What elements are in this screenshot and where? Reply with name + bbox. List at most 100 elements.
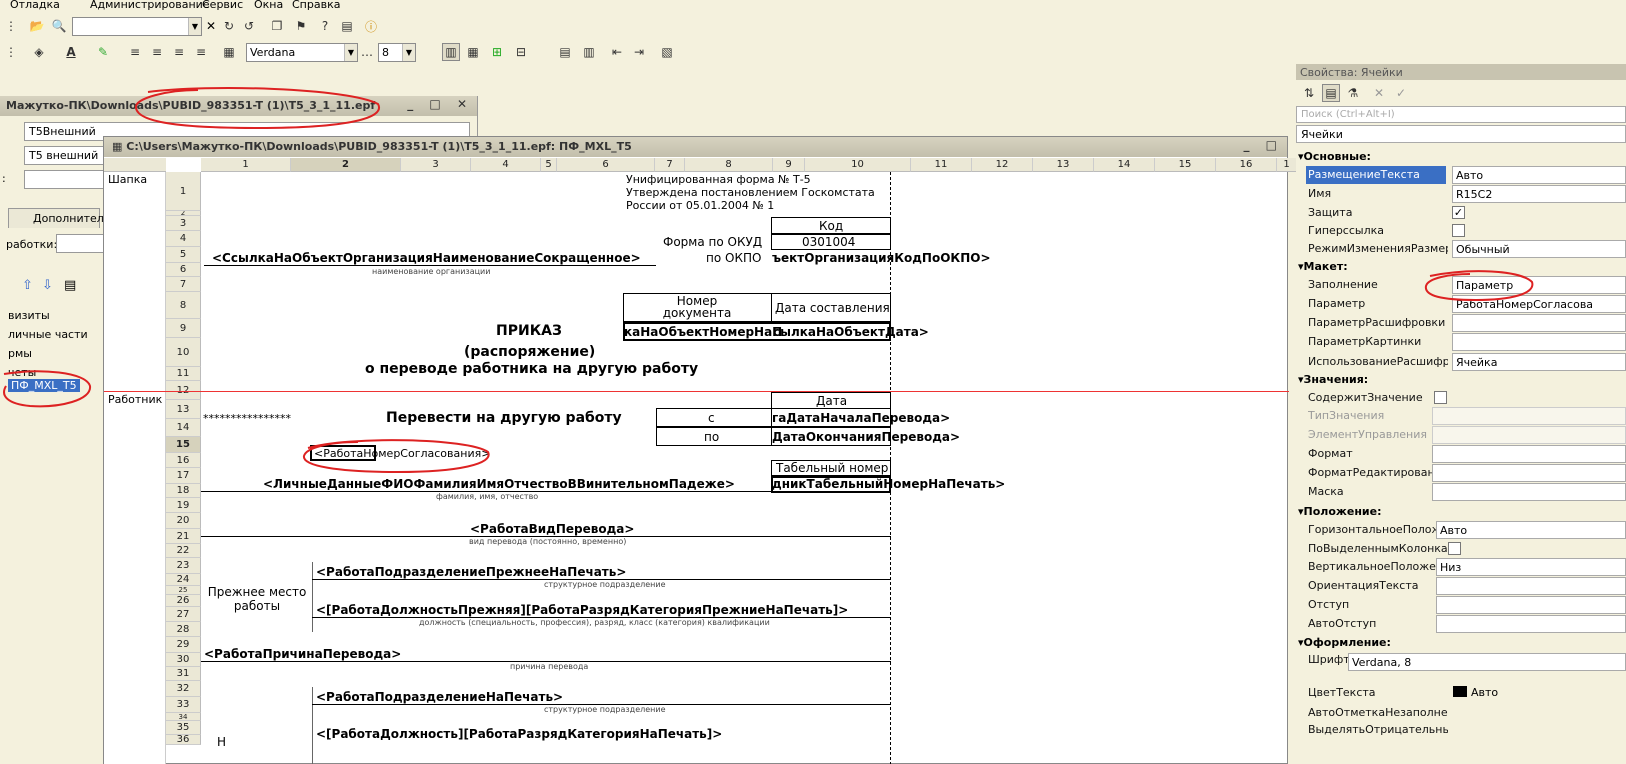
prop-row-param[interactable]: Параметр РаботаНомерСогласова xyxy=(1296,295,1626,314)
prop-row-format[interactable]: Формат xyxy=(1296,445,1626,464)
data-okonch-param[interactable]: ДатаОкончанияПеревода> xyxy=(772,430,960,444)
header-line-3[interactable]: России от 05.01.2004 № 1 xyxy=(626,199,774,212)
prop-row-shrift[interactable]: Шрифт Verdana, 8 xyxy=(1296,651,1626,671)
syntax-helper-icon[interactable]: ⚑ xyxy=(292,17,310,35)
prezhnee-label[interactable]: Прежнее место работы xyxy=(204,585,310,613)
podr-prezh-caption[interactable]: структурное подразделение xyxy=(544,580,666,589)
column-header[interactable]: 14 xyxy=(1094,158,1155,172)
column-header[interactable]: 1 xyxy=(1277,158,1297,172)
column-header[interactable]: 4 xyxy=(471,158,541,172)
prop-value[interactable] xyxy=(1436,596,1626,614)
row-header[interactable]: 16 xyxy=(166,453,201,468)
processing-field[interactable] xyxy=(56,234,104,253)
font-name-combo[interactable]: Verdana ▼ xyxy=(246,43,358,62)
prop-row-maska[interactable]: Маска xyxy=(1296,483,1626,502)
column-header[interactable]: 3 xyxy=(401,158,471,172)
chevron-down-icon[interactable]: ▼ xyxy=(188,18,201,35)
chevron-down-icon[interactable]: ▼ xyxy=(344,44,357,61)
delete-icon[interactable]: ⊟ xyxy=(512,43,530,61)
s-label[interactable]: с xyxy=(708,411,715,425)
column-header[interactable]: 12 xyxy=(972,158,1033,172)
row-header[interactable]: 10 xyxy=(166,338,201,367)
find-next-icon[interactable]: ↻ xyxy=(220,17,238,35)
novoe-label[interactable]: Н xyxy=(217,735,226,749)
prop-row-formatred[interactable]: ФорматРедактирования xyxy=(1296,464,1626,483)
prop-row-rezhim[interactable]: РежимИзмененияРазмераКо Обычный xyxy=(1296,240,1626,259)
po-label[interactable]: по xyxy=(704,430,719,444)
question-icon[interactable]: ? xyxy=(316,17,334,35)
section-rabotnik[interactable]: Работник xyxy=(108,393,162,406)
clear-icon[interactable]: ✕ xyxy=(1370,84,1388,102)
po-okpo-label[interactable]: по ОКПО xyxy=(706,251,761,265)
row-header[interactable]: 23 xyxy=(166,558,201,574)
stars-text[interactable]: **************** xyxy=(203,412,291,425)
tab-nomer-label[interactable]: Табельный номер xyxy=(776,461,888,475)
highlight-icon[interactable]: ✎ xyxy=(94,43,112,61)
named-area-icon[interactable]: ⇤ xyxy=(608,43,626,61)
podr-param[interactable]: <РаботаПодразделениеНаПечать> xyxy=(316,690,563,704)
prop-value[interactable]: Параметр xyxy=(1452,276,1626,294)
row-header[interactable]: 14 xyxy=(166,419,201,437)
group-osn[interactable]: ▾Основные: xyxy=(1298,150,1371,163)
align-right-icon[interactable]: ≡ xyxy=(170,43,188,61)
prop-checkbox[interactable] xyxy=(1452,224,1465,237)
prop-value[interactable]: Обычный xyxy=(1452,240,1626,258)
row-header[interactable]: 19 xyxy=(166,498,201,513)
dolzh-param[interactable]: <[РаботаДолжность][РаботаРазрядКатегория… xyxy=(316,727,722,741)
prop-value[interactable] xyxy=(1432,426,1626,444)
sort-alpha-icon[interactable]: ⇅ xyxy=(1300,84,1318,102)
font-size-combo[interactable]: 8 ▼ xyxy=(378,43,416,62)
group-oform[interactable]: ▾Оформление: xyxy=(1298,636,1391,649)
row-header[interactable]: 21 xyxy=(166,529,201,544)
prop-value[interactable] xyxy=(1452,314,1626,332)
menu-help[interactable]: Справка xyxy=(292,0,340,11)
prop-row-elupr[interactable]: ЭлементУправления xyxy=(1296,426,1626,445)
data-nach-param[interactable]: гаДатаНачалаПеревода> xyxy=(772,411,950,425)
column-header[interactable]: 10 xyxy=(805,158,911,172)
org-okpo-param[interactable]: ъектОрганизацияКодПоОКПО> xyxy=(772,251,991,265)
info-icon[interactable]: ⓘ xyxy=(362,17,380,35)
row-header[interactable]: 8 xyxy=(166,292,201,319)
okud-value[interactable]: 0301004 xyxy=(802,235,855,249)
merge-icon[interactable]: ▦ xyxy=(220,43,238,61)
prop-row-zapoln[interactable]: Заполнение Параметр xyxy=(1296,276,1626,295)
prop-value[interactable]: Авто xyxy=(1450,684,1624,702)
column-header[interactable]: 8 xyxy=(685,158,773,172)
column-header[interactable]: 1 xyxy=(201,158,291,172)
tree-item-forms[interactable]: рмы xyxy=(8,347,32,360)
soglas-param[interactable]: <РаботаНомерСогласования> xyxy=(314,447,490,460)
fio-caption[interactable]: фамилия, имя, отчество xyxy=(436,492,538,501)
prop-value[interactable]: Авто xyxy=(1436,521,1626,539)
windows-icon[interactable]: ❐ xyxy=(268,17,286,35)
vid-caption[interactable]: вид перевода (постоянно, временно) xyxy=(469,537,626,546)
prop-value[interactable] xyxy=(1432,464,1626,482)
row-header[interactable]: 25 xyxy=(166,586,201,595)
insert-icon[interactable]: ⊞ xyxy=(488,43,506,61)
row-header[interactable]: 30 xyxy=(166,653,201,667)
row-header[interactable]: 28 xyxy=(166,622,201,637)
prop-checkbox[interactable]: ✓ xyxy=(1452,206,1465,219)
tab-additional[interactable]: Дополнительн xyxy=(8,208,118,228)
prop-value[interactable] xyxy=(1432,407,1626,425)
row-header[interactable]: 18 xyxy=(166,484,201,498)
data-value-param[interactable]: сылкаНаОбъектДата> xyxy=(773,325,929,339)
prop-row-imya[interactable]: Имя R15C2 xyxy=(1296,185,1626,204)
row-header[interactable]: 27 xyxy=(166,607,201,622)
headers-icon[interactable]: ▦ xyxy=(464,43,482,61)
column-header[interactable]: 7 xyxy=(655,158,685,172)
row-header[interactable]: 6 xyxy=(166,263,201,277)
group-polozh[interactable]: ▾Положение: xyxy=(1298,505,1381,518)
clear-search-icon[interactable]: ✕ xyxy=(202,17,220,35)
prop-value[interactable] xyxy=(1452,333,1626,351)
prop-value[interactable]: R15C2 xyxy=(1452,185,1626,203)
row-header[interactable]: 31 xyxy=(166,667,201,681)
group-icon[interactable]: ▤ xyxy=(556,43,574,61)
row-header[interactable]: 3 xyxy=(166,216,201,231)
column-header[interactable]: 11 xyxy=(911,158,972,172)
data-label[interactable]: Дата xyxy=(816,394,847,408)
prichina-param[interactable]: <РаботаПричинаПеревода> xyxy=(204,647,401,661)
prop-row-razm[interactable]: РазмещениеТекста Авто xyxy=(1296,166,1626,185)
section-shapka[interactable]: Шапка xyxy=(108,173,147,186)
row-header[interactable]: 5 xyxy=(166,247,201,263)
row-header[interactable]: 4 xyxy=(166,231,201,247)
